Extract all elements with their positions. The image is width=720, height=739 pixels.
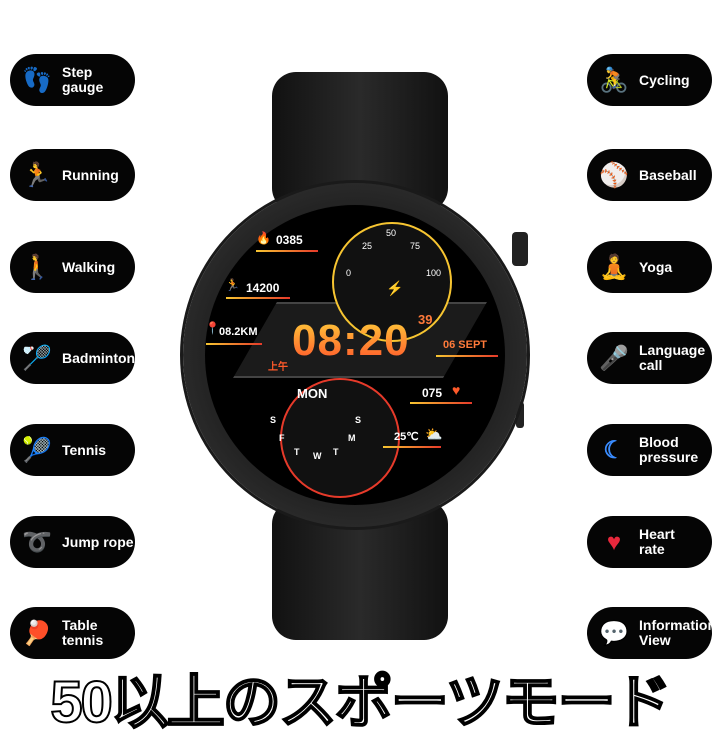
left-feature-step-gauge: 👣 Step gauge: [10, 54, 135, 106]
fire-icon: 🔥: [256, 231, 271, 245]
weekday-tick-label: F: [279, 433, 285, 443]
feature-label: Jump rope: [62, 533, 134, 550]
weekday-tick-label: W: [313, 451, 322, 461]
ampm-label: 上午: [268, 362, 288, 373]
feature-label: Information View: [639, 617, 716, 648]
footsteps-icon: 👣: [22, 66, 52, 94]
right-feature-language-call: 🎤 Language call: [587, 332, 712, 384]
left-feature-table-tennis: 🏓 Table tennis: [10, 607, 135, 659]
left-feature-running: 🏃 Running: [10, 149, 135, 201]
microphone-icon: 🎤: [599, 344, 629, 372]
distance-line: [206, 343, 262, 345]
calories-value: 0385: [276, 233, 303, 247]
clock-seconds: 39: [418, 312, 433, 327]
weekday-tick-label: T: [333, 447, 339, 457]
heart-rate-value: 075: [422, 386, 443, 400]
temperature-value: 25℃: [394, 431, 419, 443]
charging-icon: ⚡: [386, 280, 404, 296]
feature-label: Heart rate: [639, 526, 675, 557]
feature-label: Running: [62, 166, 119, 183]
battery-tick-label: 50: [386, 228, 397, 238]
date-value: 06 SEPT: [443, 339, 488, 351]
left-feature-jump-rope: ➰ Jump rope: [10, 516, 135, 568]
badminton-icon: 🏸: [22, 344, 52, 372]
left-feature-tennis: 🎾 Tennis: [10, 424, 135, 476]
temperature-line: [383, 446, 441, 448]
running-icon: 🏃: [22, 161, 52, 189]
location-icon: 📍: [205, 321, 220, 335]
moon-icon: ☾: [603, 436, 625, 464]
feature-label: Tennis: [62, 441, 107, 458]
feature-label: Badminton: [62, 349, 136, 366]
battery-tick-label: 75: [410, 241, 421, 251]
baseball-icon: ⚾: [599, 161, 629, 189]
right-feature-blood-pressure: ☾ Blood pressure: [587, 424, 712, 476]
feature-label: Cycling: [639, 71, 690, 88]
date-line: [436, 355, 498, 357]
right-feature-heart-rate: ♥ Heart rate: [587, 516, 712, 568]
crown-button[interactable]: [512, 232, 528, 266]
heart-icon: ♥: [452, 382, 461, 398]
right-feature-cycling: 🚴 Cycling: [587, 54, 712, 106]
feature-label: Step gauge: [62, 64, 104, 95]
heart-icon: ♥: [606, 528, 622, 556]
feature-label: Baseball: [639, 166, 697, 183]
feature-label: Yoga: [639, 258, 673, 275]
yoga-icon: 🧘: [599, 253, 629, 281]
steps-icon: 🏃: [225, 278, 240, 292]
weekday-tick-label: S: [355, 415, 362, 425]
distance-value: 08.2KM: [219, 326, 258, 338]
left-feature-walking: 🚶 Walking: [10, 241, 135, 293]
battery-tick-label: 100: [426, 268, 442, 278]
feature-label: Table tennis: [62, 617, 104, 648]
table-tennis-icon: 🏓: [22, 619, 52, 647]
feature-label: Blood pressure: [639, 434, 699, 465]
chat-icon: 💬: [599, 619, 629, 647]
heart-line: [410, 402, 472, 404]
left-feature-badminton: 🏸 Badminton: [10, 332, 135, 384]
feature-label: Language call: [639, 342, 706, 373]
jump-rope-icon: ➰: [22, 528, 52, 556]
weather-icon: ⛅: [425, 426, 443, 442]
weekday-tick-label: M: [348, 433, 356, 443]
steps-value: 14200: [246, 281, 280, 295]
day-label: MON: [297, 386, 328, 401]
calories-line: [256, 250, 318, 252]
clock-time: 08:20: [292, 316, 410, 365]
weekday-tick-label: S: [270, 415, 277, 425]
right-feature-yoga: 🧘 Yoga: [587, 241, 712, 293]
battery-tick-label: 25: [362, 241, 373, 251]
right-feature-information-view: 💬 Information View: [587, 607, 716, 659]
steps-line: [226, 297, 290, 299]
tennis-icon: 🎾: [22, 436, 52, 464]
walking-icon: 🚶: [22, 253, 52, 281]
battery-tick-label: 0: [346, 268, 352, 278]
headline: 50以上のスポーツモード: [49, 669, 672, 736]
weekday-tick-label: T: [294, 447, 300, 457]
cycling-icon: 🚴: [599, 66, 629, 94]
feature-label: Walking: [62, 258, 116, 275]
right-feature-baseball: ⚾ Baseball: [587, 149, 712, 201]
